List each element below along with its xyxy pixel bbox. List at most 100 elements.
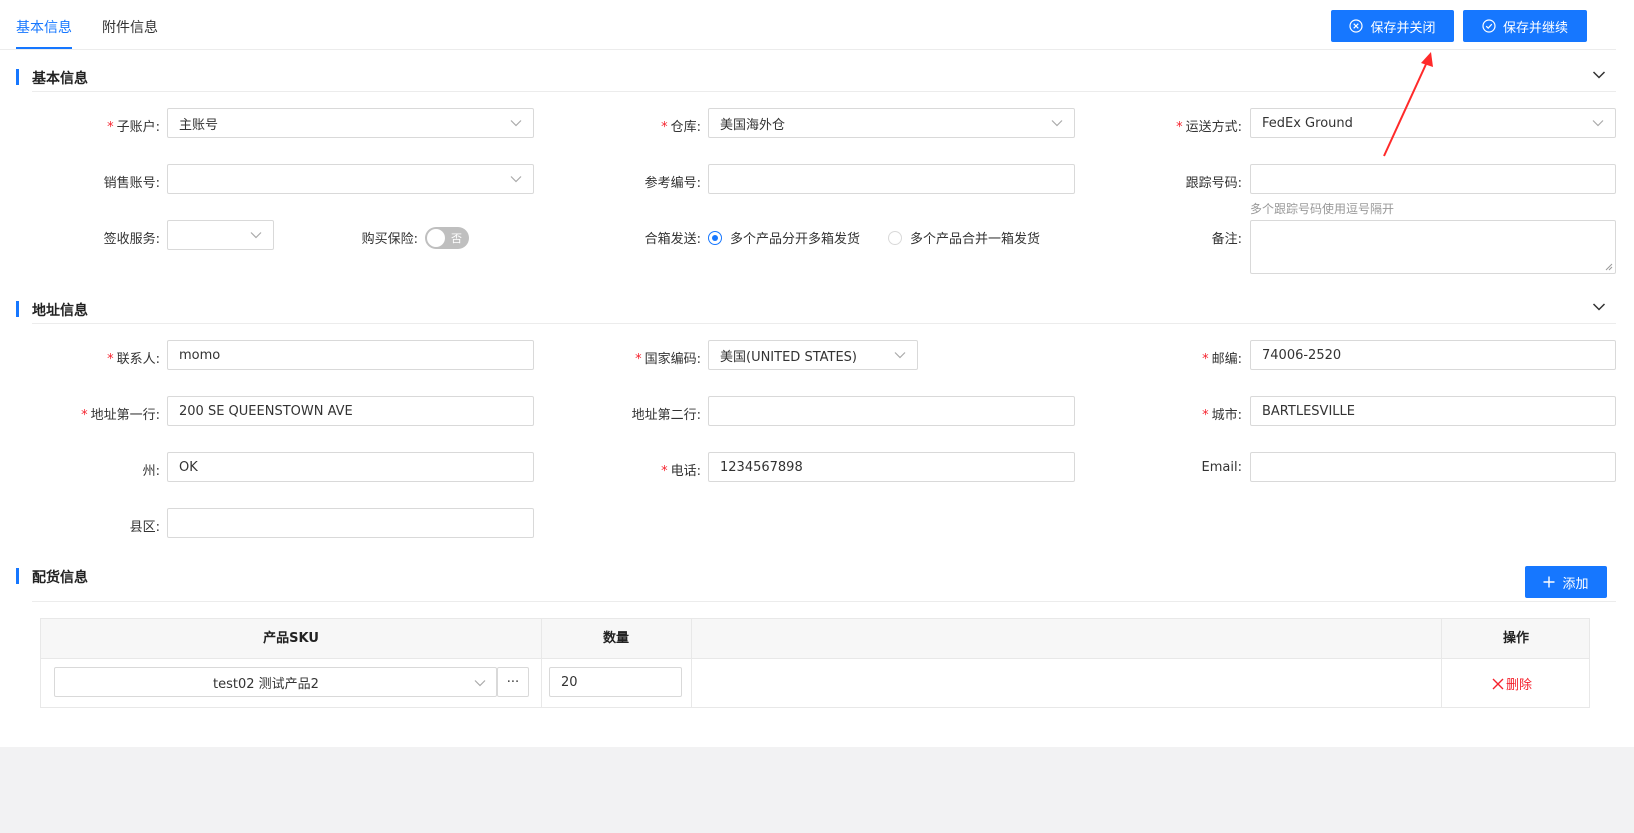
- chevron-down-icon: [1051, 120, 1063, 127]
- quantity-input[interactable]: 20: [549, 667, 682, 697]
- tracking-no-input[interactable]: [1250, 164, 1616, 194]
- radio-unchecked-icon: [888, 230, 902, 245]
- tabs-divider: [0, 49, 1616, 50]
- warehouse-label: * 仓库:: [661, 120, 701, 135]
- column-header-quantity: 数量: [602, 631, 629, 646]
- city-value: BARTLESVILLE: [1262, 403, 1355, 419]
- tab-basic-info[interactable]: 基本信息: [16, 17, 72, 37]
- radio-split-boxes[interactable]: 多个产品分开多箱发货: [708, 228, 860, 247]
- city-label: * 城市:: [1202, 408, 1242, 423]
- signature-service-label: 签收服务:: [103, 232, 160, 247]
- email-label: Email:: [1201, 460, 1242, 475]
- save-and-close-button[interactable]: 保存并关闭: [1331, 10, 1454, 42]
- signature-service-select[interactable]: [167, 220, 274, 250]
- close-icon: [1492, 678, 1504, 689]
- reference-no-label: 参考编号:: [644, 176, 701, 191]
- section-divider: [32, 601, 1616, 602]
- column-header-actions: 操作: [1502, 631, 1529, 646]
- delete-row-label: 删除: [1506, 678, 1533, 693]
- state-value: OK: [179, 459, 198, 475]
- address1-input[interactable]: 200 SE QUEENSTOWN AVE: [167, 396, 534, 426]
- section-accent-bar: [16, 69, 19, 85]
- sales-account-select[interactable]: [167, 164, 534, 194]
- section-title-allocation-info: 配货信息: [16, 567, 88, 587]
- chevron-down-icon: [250, 232, 262, 239]
- combine-shipping-label: 合箱发送:: [644, 232, 701, 247]
- sku-value: test02 测试产品2: [213, 676, 319, 692]
- address2-input[interactable]: [708, 396, 1075, 426]
- add-item-button[interactable]: 添加: [1525, 566, 1607, 598]
- state-label: 州:: [142, 464, 160, 479]
- section-divider: [32, 323, 1616, 324]
- postcode-input[interactable]: 74006-2520: [1250, 340, 1616, 370]
- section-title-address-info: 地址信息: [16, 300, 88, 320]
- collapse-chevron-icon[interactable]: [1592, 302, 1606, 312]
- table-row: test02 测试产品2 ··· 20 删除: [41, 659, 1589, 707]
- country-code-select[interactable]: 美国(UNITED STATES): [708, 340, 918, 370]
- section-title-text: 基本信息: [32, 71, 88, 87]
- warehouse-value: 美国海外仓: [720, 117, 786, 133]
- address1-value: 200 SE QUEENSTOWN AVE: [179, 403, 353, 419]
- column-header-sku: 产品SKU: [263, 631, 319, 646]
- postcode-label: * 邮编:: [1202, 352, 1242, 367]
- save-and-continue-button[interactable]: 保存并继续: [1463, 10, 1587, 42]
- reference-no-input[interactable]: [708, 164, 1075, 194]
- close-circle-icon: [1349, 19, 1364, 33]
- state-input[interactable]: OK: [167, 452, 534, 482]
- page: 基本信息 附件信息 保存并关闭 保存并继续 基本信息 * 子账户: 主账号 * 仓库…: [0, 0, 1634, 747]
- chevron-down-icon: [474, 680, 486, 687]
- radio-checked-icon: [708, 230, 722, 245]
- section-title-text: 地址信息: [32, 303, 88, 319]
- shipping-method-value: FedEx Ground: [1262, 115, 1353, 131]
- shipping-method-label: * 运送方式:: [1176, 120, 1242, 135]
- section-title-text: 配货信息: [32, 570, 88, 586]
- sub-account-value: 主账号: [179, 117, 219, 133]
- check-circle-icon: [1482, 19, 1496, 33]
- collapse-chevron-icon[interactable]: [1592, 70, 1606, 80]
- insurance-label: 购买保险:: [361, 232, 418, 247]
- save-and-continue-label: 保存并继续: [1502, 20, 1568, 36]
- sub-account-label: * 子账户:: [107, 120, 160, 135]
- phone-input[interactable]: 1234567898: [708, 452, 1075, 482]
- chevron-down-icon: [510, 120, 522, 127]
- phone-label: * 电话:: [661, 464, 701, 479]
- contact-input[interactable]: momo: [167, 340, 534, 370]
- radio-merge-box[interactable]: 多个产品合并一箱发货: [888, 228, 1040, 247]
- chevron-down-icon: [510, 176, 522, 183]
- column-header-blank: [691, 619, 1441, 658]
- address2-label: 地址第二行:: [631, 408, 701, 423]
- section-accent-bar: [16, 568, 19, 584]
- insurance-toggle[interactable]: 否: [425, 227, 469, 249]
- shipping-method-select[interactable]: FedEx Ground: [1250, 108, 1616, 138]
- allocation-table: 产品SKU 数量 操作 test02 测试产品2 ··· 20 删除: [40, 618, 1590, 708]
- country-code-value: 美国(UNITED STATES): [720, 349, 857, 365]
- section-divider: [32, 91, 1616, 92]
- phone-value: 1234567898: [720, 459, 803, 475]
- tracking-no-label: 跟踪号码:: [1185, 176, 1242, 191]
- tracking-no-hint: 多个跟踪号码使用逗号隔开: [1250, 202, 1395, 216]
- email-input[interactable]: [1250, 452, 1616, 482]
- county-input[interactable]: [167, 508, 534, 538]
- chevron-down-icon: [894, 352, 906, 359]
- resize-handle-icon[interactable]: [1605, 263, 1613, 271]
- delete-row-button[interactable]: 删除: [1492, 674, 1532, 693]
- sku-more-button[interactable]: ···: [497, 667, 529, 697]
- city-input[interactable]: BARTLESVILLE: [1250, 396, 1616, 426]
- remarks-textarea[interactable]: [1250, 220, 1616, 274]
- sku-select[interactable]: test02 测试产品2: [54, 667, 497, 697]
- county-label: 县区:: [129, 520, 160, 535]
- sales-account-label: 销售账号:: [103, 176, 160, 191]
- contact-label: * 联系人:: [107, 352, 160, 367]
- postcode-value: 74006-2520: [1262, 347, 1342, 363]
- radio-split-boxes-label: 多个产品分开多箱发货: [730, 232, 861, 247]
- chevron-down-icon: [1592, 120, 1604, 127]
- warehouse-select[interactable]: 美国海外仓: [708, 108, 1075, 138]
- quantity-value: 20: [561, 674, 578, 690]
- more-icon: ···: [506, 674, 520, 690]
- tab-attachment-info[interactable]: 附件信息: [102, 17, 158, 37]
- section-accent-bar: [16, 301, 19, 317]
- sub-account-select[interactable]: 主账号: [167, 108, 534, 138]
- insurance-toggle-text: 否: [451, 232, 462, 245]
- country-code-label: * 国家编码:: [635, 352, 701, 367]
- table-header: 产品SKU 数量 操作: [41, 619, 1589, 659]
